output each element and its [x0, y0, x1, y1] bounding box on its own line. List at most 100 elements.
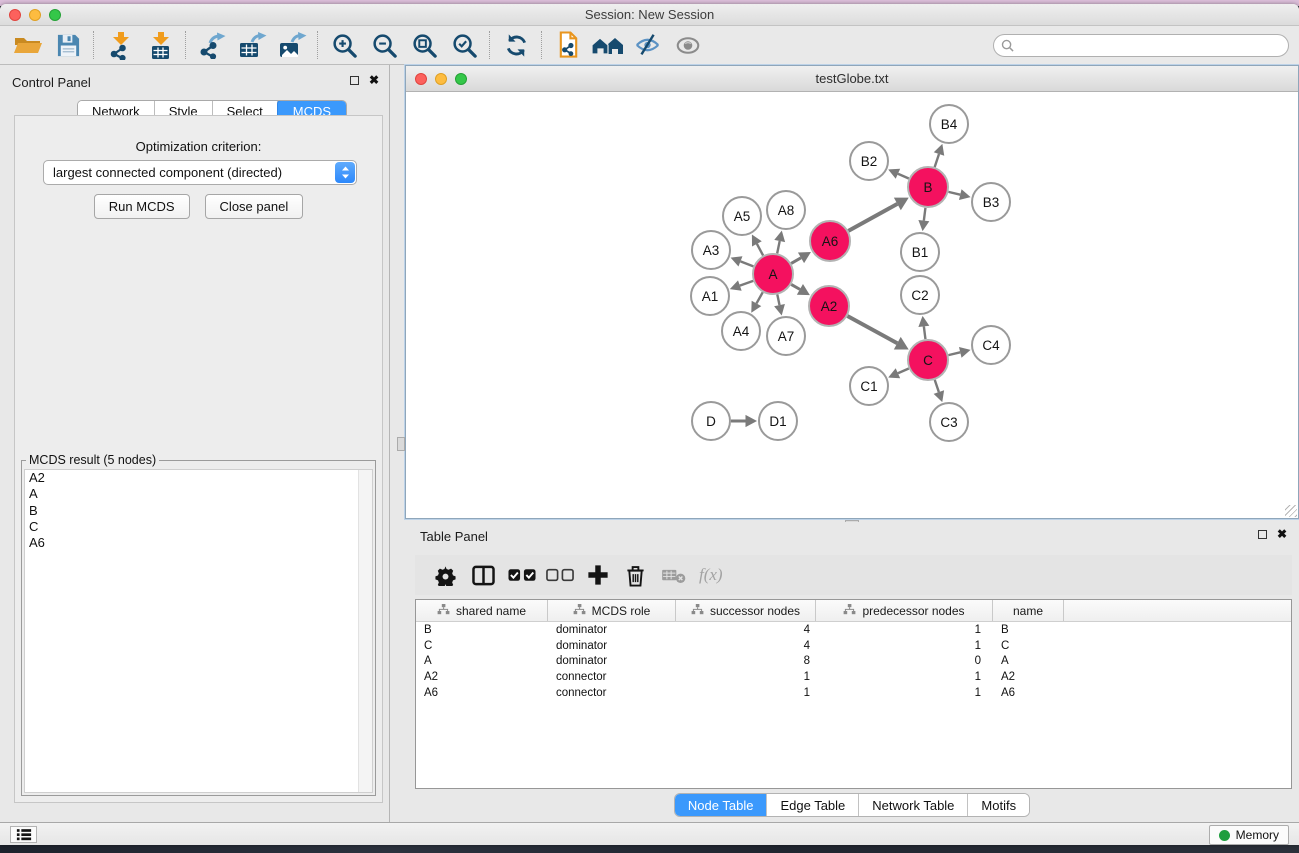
result-item[interactable]: A6 — [25, 535, 372, 551]
zoom-fit-icon[interactable] — [404, 28, 444, 62]
graph-edge-A-A7[interactable] — [777, 295, 779, 306]
table-row[interactable]: Bdominator41B — [416, 622, 1291, 638]
run-mcds-button[interactable]: Run MCDS — [94, 194, 190, 219]
table-row[interactable]: A6connector11A6 — [416, 685, 1291, 701]
graph-edge-C-C4[interactable] — [948, 352, 960, 355]
import-table-icon[interactable] — [140, 28, 180, 62]
graph-edge-C-C1[interactable] — [898, 368, 909, 373]
graph-edge-B-B2[interactable] — [898, 174, 909, 179]
import-network-icon[interactable] — [100, 28, 140, 62]
table-cell: connector — [548, 671, 676, 683]
mcds-tab-content: Optimization criterion: largest connecte… — [14, 115, 383, 803]
select-all-checkboxes-icon[interactable] — [507, 560, 536, 590]
network-column-icon — [691, 604, 704, 618]
close-panel-icon[interactable]: ✖ — [369, 76, 379, 85]
network-column-icon — [573, 604, 586, 618]
table-row[interactable]: Cdominator41C — [416, 638, 1291, 654]
task-history-button[interactable] — [10, 826, 37, 843]
graph-edge-B-B3[interactable] — [948, 192, 960, 195]
search-input[interactable] — [1019, 38, 1288, 54]
graph-edge-C-C2[interactable] — [924, 326, 926, 339]
refresh-view-icon[interactable] — [496, 28, 536, 62]
column-header-shared-name[interactable]: shared name — [416, 600, 548, 621]
zoom-out-icon[interactable] — [364, 28, 404, 62]
zoom-in-icon[interactable] — [324, 28, 364, 62]
memory-status-icon — [1219, 830, 1230, 841]
graph-node-label: A8 — [778, 203, 795, 218]
export-image-icon[interactable] — [272, 28, 312, 62]
column-header-predecessor-nodes[interactable]: predecessor nodes — [816, 600, 993, 621]
save-session-icon[interactable] — [48, 28, 88, 62]
graph-edge-A-A2[interactable] — [791, 284, 800, 289]
column-header-successor-nodes[interactable]: successor nodes — [676, 600, 816, 621]
mcds-result-list[interactable]: A2ABCA6 — [24, 469, 373, 793]
tab-edge-table[interactable]: Edge Table — [767, 794, 859, 816]
result-item[interactable]: A2 — [25, 470, 372, 486]
graph-edge-A-A5[interactable] — [757, 244, 763, 256]
deselect-all-checkboxes-icon[interactable] — [545, 560, 574, 590]
network-canvas[interactable]: B4B2BB3B1A5A8A6A3AA1A2A4A7C2CC4C1C3DD1 — [406, 92, 1298, 518]
graph-edge-B-B1[interactable] — [924, 208, 926, 221]
graph-edge-A-A6[interactable] — [791, 258, 801, 264]
memory-button[interactable]: Memory — [1209, 825, 1289, 845]
table-header-row: shared nameMCDS role successor nodes prede… — [416, 600, 1291, 622]
tab-network-table[interactable]: Network Table — [859, 794, 968, 816]
column-header-label: successor nodes — [710, 604, 800, 618]
close-table-panel-icon[interactable]: ✖ — [1277, 530, 1287, 539]
graph-edge-A-A1[interactable] — [740, 281, 753, 286]
search-box[interactable] — [993, 34, 1289, 57]
delete-column-icon[interactable] — [621, 560, 650, 590]
destroy-table-icon-disabled — [659, 560, 688, 590]
hide-selected-icon[interactable] — [628, 28, 668, 62]
show-graphics-details-icon[interactable] — [668, 28, 708, 62]
table-cell: 1 — [816, 624, 993, 636]
float-table-panel-icon[interactable] — [1258, 530, 1267, 539]
column-header-filler — [1064, 600, 1291, 621]
graph-node-label: A1 — [702, 289, 719, 304]
settings-gear-icon[interactable] — [431, 560, 460, 590]
tab-node-table[interactable]: Node Table — [675, 794, 768, 816]
graph-edge-C-C3[interactable] — [935, 380, 939, 392]
table-toolbar: f(x) — [415, 555, 1292, 595]
graph-edge-A-A3[interactable] — [740, 261, 753, 266]
resize-grip-icon[interactable] — [1285, 505, 1297, 517]
export-table-icon[interactable] — [232, 28, 272, 62]
column-header-name[interactable]: name — [993, 600, 1064, 621]
close-panel-button[interactable]: Close panel — [205, 194, 304, 219]
table-cell: 1 — [816, 671, 993, 683]
add-column-icon[interactable] — [583, 560, 612, 590]
result-item[interactable]: A — [25, 486, 372, 502]
graph-edge-A-A8[interactable] — [777, 241, 780, 253]
network-window-title: testGlobe.txt — [406, 71, 1298, 86]
graph-edge-A2-C[interactable] — [847, 316, 897, 343]
zoom-selected-icon[interactable] — [444, 28, 484, 62]
network-column-icon — [843, 604, 856, 618]
table-row[interactable]: Adominator80A — [416, 653, 1291, 669]
table-cell: 1 — [816, 687, 993, 699]
graph-edge-B-B4[interactable] — [935, 154, 939, 167]
home-layout-icon[interactable] — [588, 28, 628, 62]
tab-motifs[interactable]: Motifs — [968, 794, 1029, 816]
divider-grip-left[interactable] — [397, 437, 405, 451]
result-scrollbar[interactable] — [358, 470, 372, 792]
graph-node-label: A2 — [821, 299, 838, 314]
table-row[interactable]: A2connector11A2 — [416, 669, 1291, 685]
column-header-label: predecessor nodes — [862, 604, 964, 618]
open-session-icon[interactable] — [8, 28, 48, 62]
graph-edge-A6-B[interactable] — [848, 204, 897, 231]
search-icon — [1001, 39, 1014, 52]
mcds-result-title: MCDS result (5 nodes) — [26, 453, 159, 467]
result-item[interactable]: B — [25, 503, 372, 519]
toolbar-separator — [489, 31, 491, 59]
new-network-from-selection-icon[interactable] — [548, 28, 588, 62]
table-cell: A — [416, 655, 548, 667]
float-panel-icon[interactable] — [350, 76, 359, 85]
optimization-criterion-select[interactable]: largest connected component (directed) — [43, 160, 357, 185]
list-icon — [16, 828, 32, 841]
column-header-MCDS-role[interactable]: MCDS role — [548, 600, 676, 621]
result-item[interactable]: C — [25, 519, 372, 535]
export-network-icon[interactable] — [192, 28, 232, 62]
table-cell: A6 — [993, 687, 1064, 699]
graph-edge-A-A4[interactable] — [756, 292, 762, 303]
column-layout-icon[interactable] — [469, 560, 498, 590]
